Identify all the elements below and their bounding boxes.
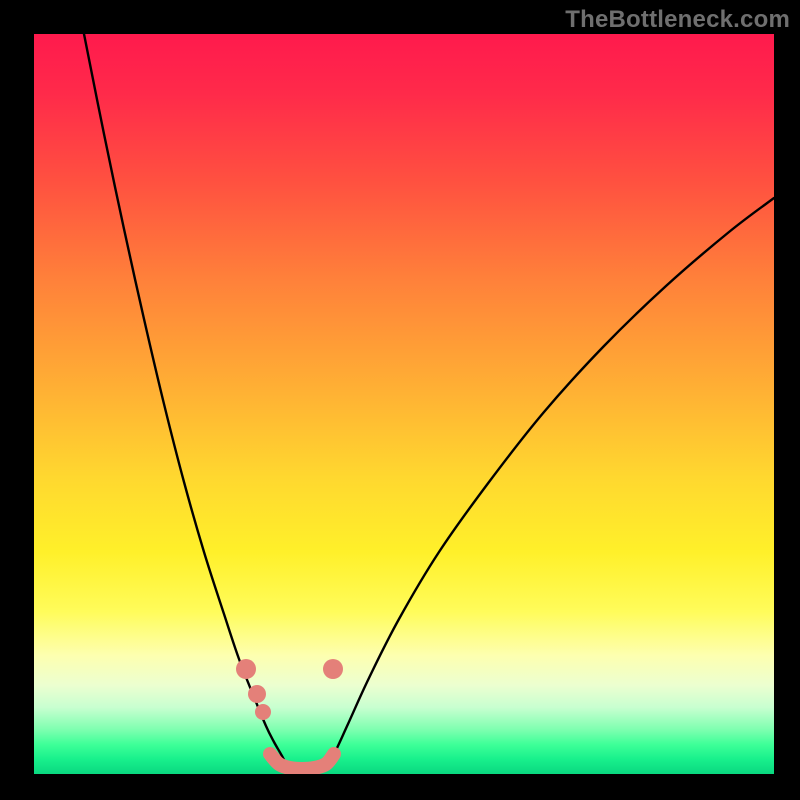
- curve-marker: [248, 685, 266, 703]
- trough-marker-strip: [270, 754, 334, 769]
- curve-right-arm: [324, 198, 774, 770]
- curve-marker: [323, 659, 343, 679]
- plot-area: [34, 34, 774, 774]
- chart-frame: TheBottleneck.com: [0, 0, 800, 800]
- watermark-text: TheBottleneck.com: [565, 6, 790, 34]
- curve-marker: [255, 704, 271, 720]
- curve-marker: [236, 659, 256, 679]
- chart-svg: [34, 34, 774, 774]
- curve-left-arm: [84, 34, 289, 770]
- marker-group: [236, 659, 343, 720]
